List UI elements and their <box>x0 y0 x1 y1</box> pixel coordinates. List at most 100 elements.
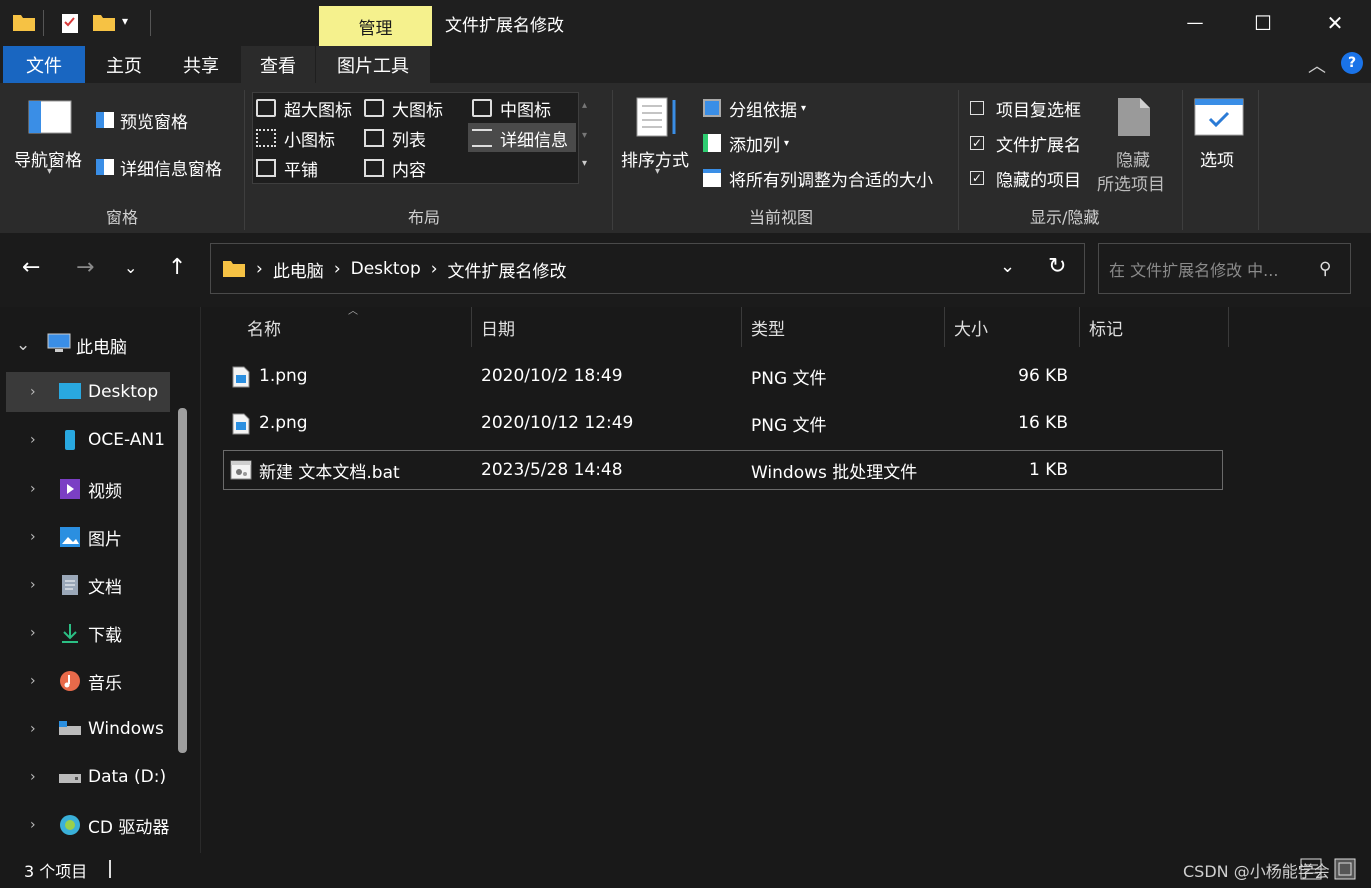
column-header-size[interactable]: 大小 <box>954 307 988 347</box>
close-button[interactable]: ✕ <box>1300 0 1370 46</box>
separator <box>612 90 613 230</box>
collapse-ribbon-icon[interactable]: ︿ <box>1308 52 1326 78</box>
sidebar-item-desktop[interactable]: › Desktop <box>0 370 176 414</box>
layout-extra-large-icons[interactable]: 超大图标 <box>256 96 352 121</box>
add-columns-button[interactable]: 添加列 ▾ <box>703 131 789 156</box>
item-checkboxes-toggle[interactable]: 项目复选框 <box>970 96 1081 121</box>
properties-icon[interactable] <box>60 12 80 34</box>
hide-selected-line2[interactable]: 所选项目 <box>1097 170 1165 195</box>
item-checkboxes-label: 项目复选框 <box>996 100 1081 121</box>
layout-content[interactable]: 内容 <box>364 156 426 181</box>
sidebar-item-this-pc[interactable]: ⌄ 此电脑 <box>0 323 176 367</box>
sidebar-item-pictures[interactable]: › 图片 <box>0 515 176 559</box>
file-row[interactable]: 2.png 2020/10/12 12:49 PNG 文件 16 KB <box>223 403 1223 443</box>
medium-icons-icon <box>472 99 492 117</box>
breadcrumb-this-pc[interactable]: 此电脑 <box>273 257 324 282</box>
layout-item-label: 大图标 <box>392 100 443 121</box>
layout-small-icons[interactable]: 小图标 <box>256 126 335 151</box>
collapsed-chevron-icon[interactable]: › <box>30 673 44 689</box>
item-count: 3 个项目 <box>24 862 88 881</box>
tab-file[interactable]: 文件 <box>3 46 85 83</box>
folder-icon <box>12 12 36 32</box>
checkbox-unchecked-icon <box>970 101 984 115</box>
layout-details[interactable]: 详细信息 <box>472 126 568 151</box>
sidebar-item-videos[interactable]: › 视频 <box>0 467 176 511</box>
scroll-down-icon[interactable]: ▾ <box>582 130 587 141</box>
column-separator[interactable] <box>1228 307 1229 347</box>
recent-locations-chevron-icon[interactable]: ⌄ <box>124 258 137 277</box>
tab-picture-tools[interactable]: 图片工具 <box>316 46 430 83</box>
maximize-button[interactable]: ☐ <box>1228 0 1298 46</box>
breadcrumb-current-folder[interactable]: 文件扩展名修改 <box>448 257 567 282</box>
layout-tiles[interactable]: 平铺 <box>256 156 318 181</box>
breadcrumb-desktop[interactable]: Desktop <box>351 259 421 279</box>
address-history-chevron-icon[interactable]: ⌄ <box>1000 256 1015 277</box>
sort-by-icon <box>636 96 680 145</box>
collapsed-chevron-icon[interactable]: › <box>30 529 44 545</box>
collapsed-chevron-icon[interactable]: › <box>30 721 44 737</box>
large-icons-view-icon[interactable] <box>1334 858 1356 885</box>
expanded-chevron-icon[interactable]: ⌄ <box>16 335 30 355</box>
size-all-columns-button[interactable]: 将所有列调整为合适的大小 <box>703 166 933 191</box>
sidebar-item-cd-drive[interactable]: › CD 驱动器 <box>0 803 176 847</box>
sidebar-item-windows-drive[interactable]: › Windows <box>0 707 176 751</box>
sidebar-item-documents[interactable]: › 文档 <box>0 563 176 607</box>
file-extensions-toggle[interactable]: ✓ 文件扩展名 <box>970 131 1081 156</box>
sidebar-item-downloads[interactable]: › 下载 <box>0 611 176 655</box>
pictures-icon <box>58 526 82 548</box>
help-icon[interactable]: ? <box>1341 52 1363 74</box>
forward-arrow-icon[interactable]: → <box>76 255 94 280</box>
sidebar-item-phone[interactable]: › OCE-AN1 <box>0 418 176 462</box>
file-row-focused[interactable]: 新建 文本文档.bat 2023/5/28 14:48 Windows 批处理文… <box>223 450 1223 490</box>
size-all-columns-label: 将所有列调整为合适的大小 <box>729 170 933 191</box>
search-input[interactable]: 在 文件扩展名修改 中... <box>1109 257 1305 281</box>
column-header-date[interactable]: 日期 <box>481 307 515 347</box>
collapsed-chevron-icon[interactable]: › <box>30 817 44 833</box>
file-row[interactable]: 1.png 2020/10/2 18:49 PNG 文件 96 KB <box>223 356 1223 396</box>
manage-context-tab[interactable]: 管理 <box>319 6 432 46</box>
customize-qat-icon[interactable]: ▾ <box>122 14 128 28</box>
sidebar-item-data-drive[interactable]: › Data (D:) <box>0 755 176 799</box>
column-header-tags[interactable]: 标记 <box>1089 307 1123 347</box>
layout-large-icons[interactable]: 大图标 <box>364 96 443 121</box>
pane-divider[interactable] <box>200 307 201 853</box>
breadcrumb-separator-icon: › <box>333 259 341 279</box>
tab-share[interactable]: 共享 <box>172 46 230 83</box>
collapsed-chevron-icon[interactable]: › <box>30 481 44 497</box>
layout-list[interactable]: 列表 <box>364 126 426 151</box>
collapsed-chevron-icon[interactable]: › <box>30 432 44 448</box>
back-arrow-icon[interactable]: ← <box>22 255 40 280</box>
column-header-type[interactable]: 类型 <box>751 307 785 347</box>
collapsed-chevron-icon[interactable]: › <box>30 577 44 593</box>
up-arrow-icon[interactable]: ↑ <box>168 255 186 280</box>
preview-pane-button[interactable]: 预览窗格 <box>96 108 188 133</box>
layout-item-label: 平铺 <box>284 160 318 181</box>
collapsed-chevron-icon[interactable]: › <box>30 769 44 785</box>
layout-medium-icons[interactable]: 中图标 <box>472 96 551 121</box>
hide-selected-line1[interactable]: 隐藏 <box>1116 146 1150 171</box>
column-header-name[interactable]: 名称 <box>247 307 281 347</box>
column-separator[interactable] <box>471 307 472 347</box>
tab-home[interactable]: 主页 <box>98 46 150 83</box>
file-date: 2020/10/12 12:49 <box>481 413 634 433</box>
sidebar-item-music[interactable]: › 音乐 <box>0 659 176 703</box>
tab-view[interactable]: 查看 <box>241 46 315 83</box>
sidebar-scrollbar[interactable] <box>178 408 187 753</box>
minimize-button[interactable]: — <box>1160 0 1230 46</box>
group-by-button[interactable]: 分组依据 ▾ <box>703 96 806 121</box>
column-separator[interactable] <box>1079 307 1080 347</box>
collapsed-chevron-icon[interactable]: › <box>30 625 44 641</box>
scroll-up-icon[interactable]: ▴ <box>582 100 587 111</box>
search-box[interactable]: 在 文件扩展名修改 中... ⚲ <box>1098 243 1351 294</box>
options-button[interactable]: 选项 <box>1200 146 1234 171</box>
expand-gallery-icon[interactable]: ▾ <box>582 158 587 169</box>
details-view-icon[interactable] <box>1300 858 1322 885</box>
hidden-items-toggle[interactable]: ✓ 隐藏的项目 <box>970 166 1081 191</box>
refresh-icon[interactable]: ↻ <box>1048 254 1066 279</box>
details-pane-button[interactable]: 详细信息窗格 <box>96 155 222 180</box>
new-folder-icon[interactable] <box>92 12 116 32</box>
column-separator[interactable] <box>944 307 945 347</box>
column-separator[interactable] <box>741 307 742 347</box>
collapsed-chevron-icon[interactable]: › <box>30 384 44 400</box>
download-icon <box>58 622 82 644</box>
